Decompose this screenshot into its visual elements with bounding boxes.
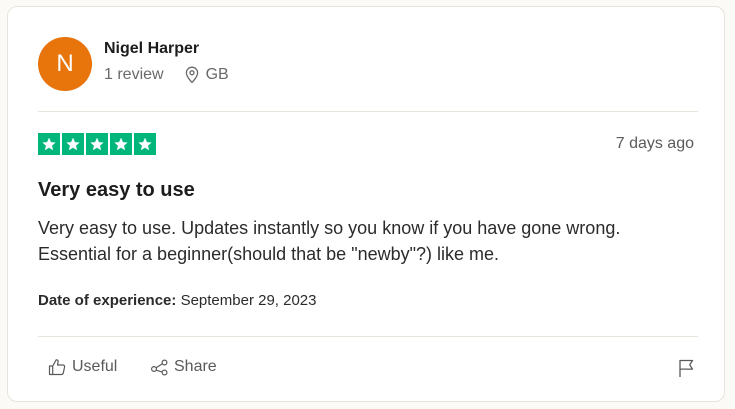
review-card: N Nigel Harper 1 review GB 7 days ago Ve… — [7, 6, 725, 402]
divider-bottom — [38, 336, 698, 337]
star-icon — [110, 133, 132, 155]
review-title[interactable]: Very easy to use — [38, 179, 195, 202]
thumbs-up-icon — [48, 359, 66, 376]
star-icon — [134, 133, 156, 155]
reviewer-avatar[interactable]: N — [38, 37, 92, 91]
reviewer-name[interactable]: Nigel Harper — [104, 40, 199, 58]
experience-date: September 29, 2023 — [180, 292, 317, 309]
experience-label: Date of experience: — [38, 292, 177, 309]
star-icon — [38, 133, 60, 155]
date-of-experience: Date of experience: September 29, 2023 — [38, 292, 317, 309]
review-body: Very easy to use. Updates instantly so y… — [38, 218, 621, 264]
location-pin-icon — [185, 66, 198, 84]
reviewer-meta: 1 review GB — [104, 66, 229, 84]
share-label: Share — [174, 358, 217, 375]
report-button[interactable] — [678, 358, 696, 383]
useful-label: Useful — [72, 358, 118, 375]
useful-button[interactable]: Useful — [48, 358, 117, 376]
reviewer-location: GB — [184, 66, 229, 84]
star-rating — [38, 133, 156, 155]
reviewer-country: GB — [205, 66, 229, 83]
share-icon — [150, 359, 168, 376]
star-icon — [62, 133, 84, 155]
review-count: 1 review — [104, 66, 164, 83]
star-icon — [86, 133, 108, 155]
review-date: 7 days ago — [615, 135, 694, 152]
divider-top — [38, 111, 698, 112]
share-button[interactable]: Share — [150, 358, 217, 376]
flag-icon — [679, 359, 694, 377]
